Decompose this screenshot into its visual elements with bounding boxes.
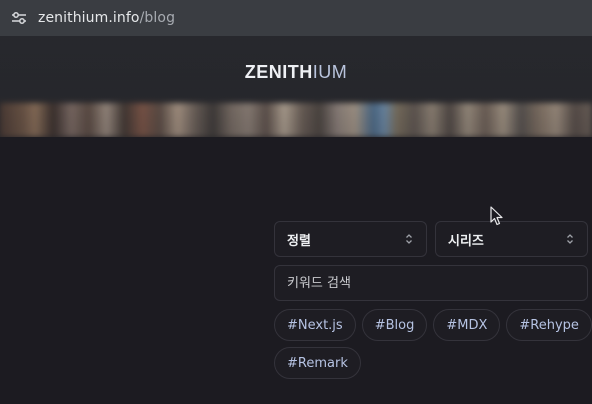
chevron-up-down-icon bbox=[565, 232, 575, 246]
tag-mdx[interactable]: #MDX bbox=[433, 309, 501, 341]
tag-list: #Next.js #Blog #MDX #Rehype #Remark bbox=[274, 309, 592, 379]
url-host: zenithium.info bbox=[38, 10, 140, 26]
sort-select[interactable]: 정렬 bbox=[274, 221, 427, 257]
series-select[interactable]: 시리즈 bbox=[435, 221, 588, 257]
keyword-search-input[interactable] bbox=[287, 275, 575, 291]
sort-select-label: 정렬 bbox=[287, 233, 311, 249]
mouse-pointer-icon bbox=[490, 206, 503, 226]
logo-part-2: IUM bbox=[312, 62, 348, 82]
browser-address-bar[interactable]: zenithium.info/blog bbox=[0, 0, 592, 36]
tag-blog[interactable]: #Blog bbox=[361, 309, 428, 341]
series-select-label: 시리즈 bbox=[448, 233, 484, 249]
hero-banner: ZENITHIUM bbox=[0, 36, 592, 137]
chevron-up-down-icon bbox=[404, 232, 414, 246]
site-info-icon[interactable] bbox=[10, 9, 28, 27]
site-logo[interactable]: ZENITHIUM bbox=[0, 62, 592, 83]
url-text[interactable]: zenithium.info/blog bbox=[38, 10, 175, 26]
tag-remark[interactable]: #Remark bbox=[274, 347, 361, 379]
tag-rehype[interactable]: #Rehype bbox=[506, 309, 592, 341]
keyword-search-field[interactable] bbox=[274, 265, 588, 301]
tag-nextjs[interactable]: #Next.js bbox=[274, 309, 356, 341]
logo-part-1: ZENITH bbox=[244, 62, 313, 82]
url-path: /blog bbox=[139, 10, 176, 26]
